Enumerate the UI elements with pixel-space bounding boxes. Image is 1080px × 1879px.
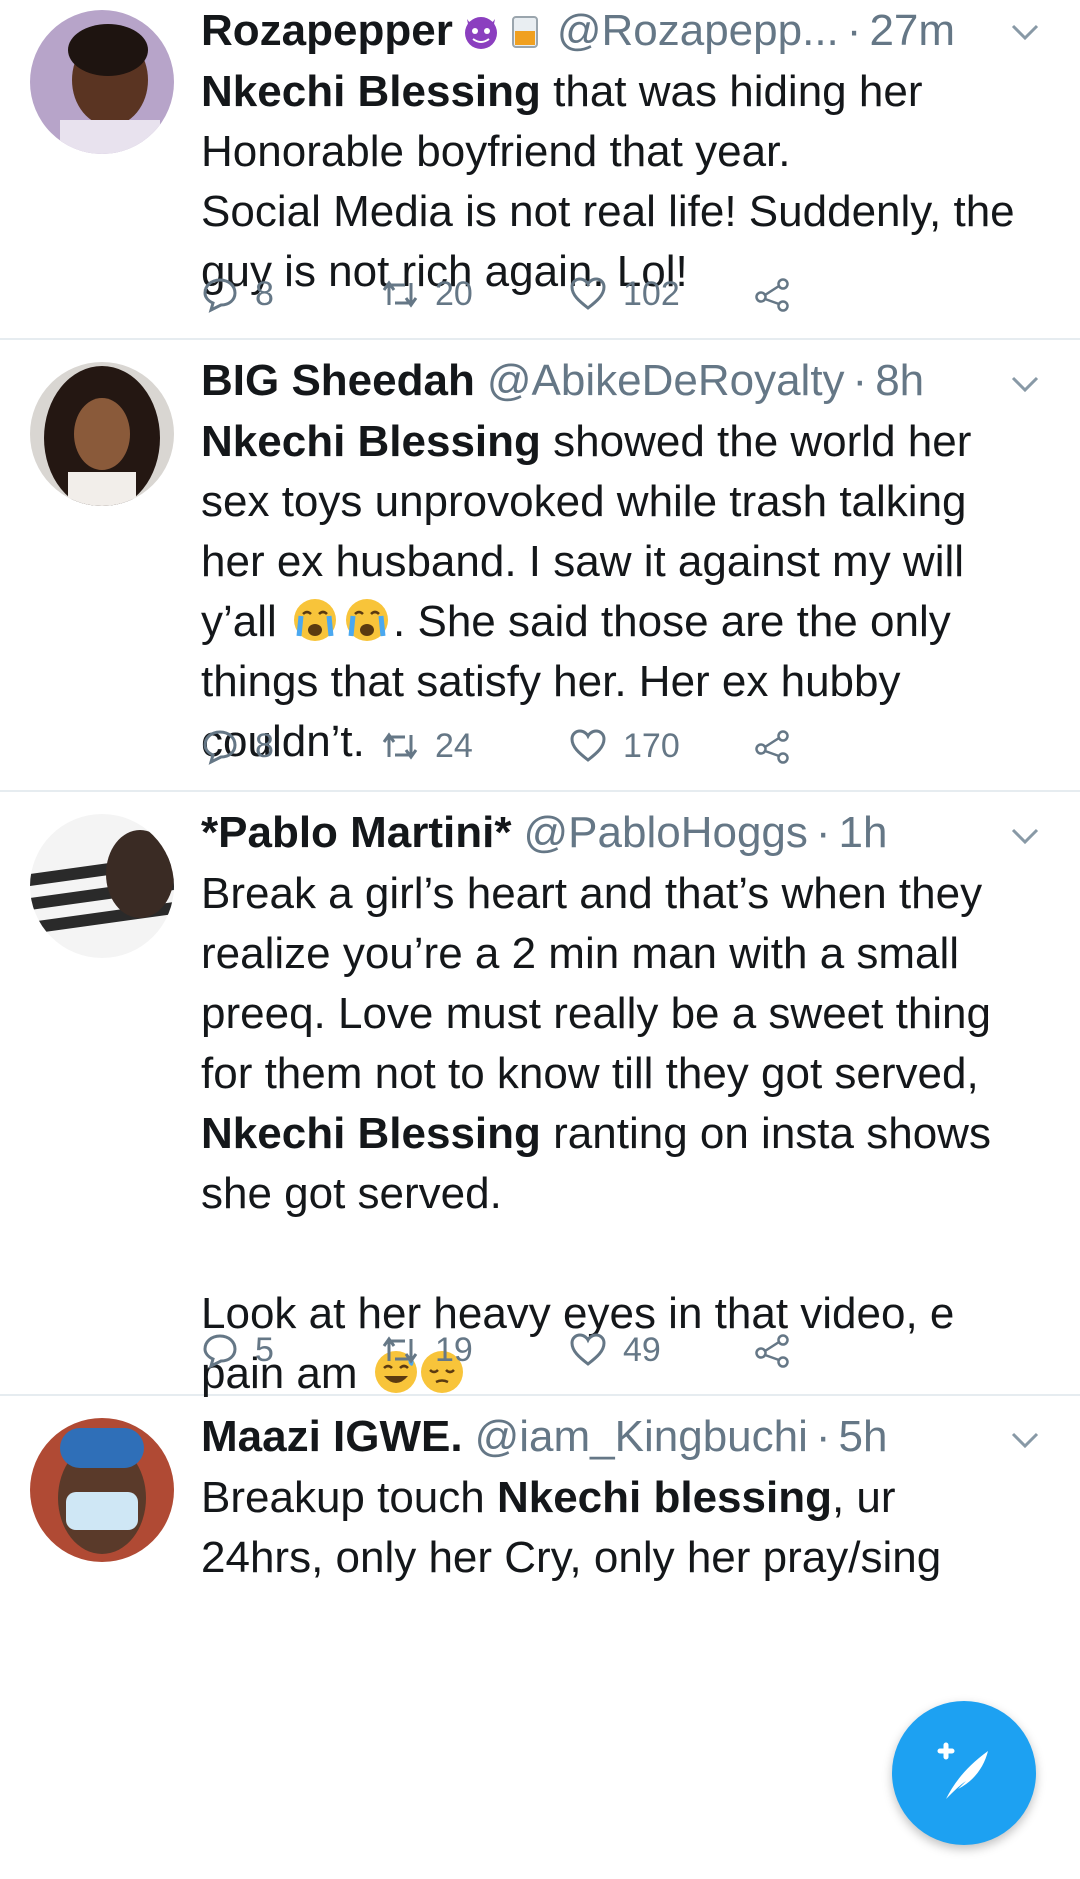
timestamp[interactable]: 5h — [839, 1406, 888, 1468]
author-name[interactable]: BIG Sheedah — [201, 350, 475, 412]
mention-bold[interactable]: Nkechi Blessing — [201, 67, 541, 116]
tweet-actions: 5 19 49 — [201, 1320, 807, 1380]
share-icon — [755, 1334, 789, 1368]
retweet-icon — [382, 732, 418, 760]
like-button[interactable]: 102 — [569, 275, 753, 314]
reply-icon — [203, 1334, 237, 1369]
tweet-header: Maazi IGWE. @iam_Kingbuchi · 5h — [201, 1406, 1040, 1468]
reply-icon — [203, 278, 237, 313]
tweet-header: Rozapepper @Rozapepp... · 27m — [201, 0, 1040, 62]
avatar[interactable] — [30, 1418, 174, 1562]
avatar[interactable] — [30, 814, 174, 958]
author-handle[interactable]: @iam_Kingbuchi — [475, 1406, 808, 1468]
tweet-text: Breakup touch Nkechi blessing, ur 24hrs,… — [201, 1473, 942, 1582]
retweet-count: 20 — [435, 274, 473, 313]
like-count: 49 — [623, 1330, 661, 1369]
tweet-big-sheedah[interactable]: BIG Sheedah @AbikeDeRoyalty · 8h Nkechi … — [0, 340, 1080, 792]
tweet-header: BIG Sheedah @AbikeDeRoyalty · 8h — [201, 350, 1040, 412]
share-icon — [755, 278, 789, 312]
author-handle[interactable]: @PabloHoggs — [524, 802, 808, 864]
author-name[interactable]: Maazi IGWE. — [201, 1406, 463, 1468]
retweet-count: 24 — [435, 726, 473, 765]
mention-bold[interactable]: Nkechi blessing — [497, 1473, 832, 1522]
crying-face-emoji-icon — [346, 599, 389, 641]
reply-button[interactable]: 8 — [201, 727, 381, 766]
share-button[interactable] — [753, 727, 807, 765]
share-button[interactable] — [753, 1331, 807, 1369]
chevron-down-icon[interactable] — [1010, 374, 1040, 394]
author-name[interactable]: *Pablo Martini* — [201, 802, 512, 864]
compose-tweet-button[interactable] — [892, 1701, 1036, 1845]
reply-button[interactable]: 5 — [201, 1331, 381, 1370]
glass-emoji-icon — [511, 16, 538, 48]
reply-icon — [203, 730, 237, 765]
tweet-rozapepper[interactable]: Rozapepper @Rozapepp... · 27m Nkechi Ble… — [0, 0, 1080, 340]
timestamp[interactable]: 1h — [839, 802, 888, 864]
heart-icon — [570, 277, 606, 310]
like-button[interactable]: 49 — [569, 1331, 753, 1370]
timestamp[interactable]: 8h — [875, 350, 924, 412]
like-count: 102 — [623, 274, 680, 313]
tweet-header: *Pablo Martini* @PabloHoggs · 1h — [201, 802, 1040, 864]
retweet-icon — [382, 280, 418, 308]
tweet-actions: 8 24 170 — [201, 716, 807, 776]
retweet-button[interactable]: 20 — [381, 275, 569, 314]
mention-bold[interactable]: Nkechi Blessing — [201, 1109, 541, 1158]
chevron-down-icon[interactable] — [1010, 22, 1040, 42]
reply-count: 8 — [255, 274, 274, 313]
author-name[interactable]: Rozapepper — [201, 0, 453, 62]
crying-face-emoji-icon — [294, 599, 337, 641]
reply-count: 5 — [255, 1330, 274, 1369]
chevron-down-icon[interactable] — [1010, 826, 1040, 846]
avatar[interactable] — [30, 10, 174, 154]
author-handle[interactable]: @Rozapepp... — [557, 0, 839, 62]
devil-emoji-icon — [464, 17, 497, 49]
retweet-button[interactable]: 24 — [381, 727, 569, 766]
chevron-down-icon[interactable] — [1010, 1430, 1040, 1450]
compose-tweet-icon — [937, 1742, 988, 1799]
heart-icon — [570, 729, 606, 762]
retweet-count: 19 — [435, 1330, 473, 1369]
share-icon — [755, 730, 789, 764]
retweet-button[interactable]: 19 — [381, 1331, 569, 1370]
timestamp[interactable]: 27m — [869, 0, 955, 62]
reply-button[interactable]: 8 — [201, 275, 381, 314]
retweet-icon — [382, 1336, 418, 1364]
tweet-actions: 8 20 102 — [201, 264, 807, 324]
like-count: 170 — [623, 726, 680, 765]
heart-icon — [570, 1333, 606, 1366]
share-button[interactable] — [753, 275, 807, 313]
tweet-pablo-martini[interactable]: *Pablo Martini* @PabloHoggs · 1h Break a… — [0, 792, 1080, 1398]
avatar[interactable] — [30, 362, 174, 506]
author-handle[interactable]: @AbikeDeRoyalty — [487, 350, 845, 412]
reply-count: 8 — [255, 726, 274, 765]
like-button[interactable]: 170 — [569, 727, 753, 766]
mention-bold[interactable]: Nkechi Blessing — [201, 417, 541, 466]
